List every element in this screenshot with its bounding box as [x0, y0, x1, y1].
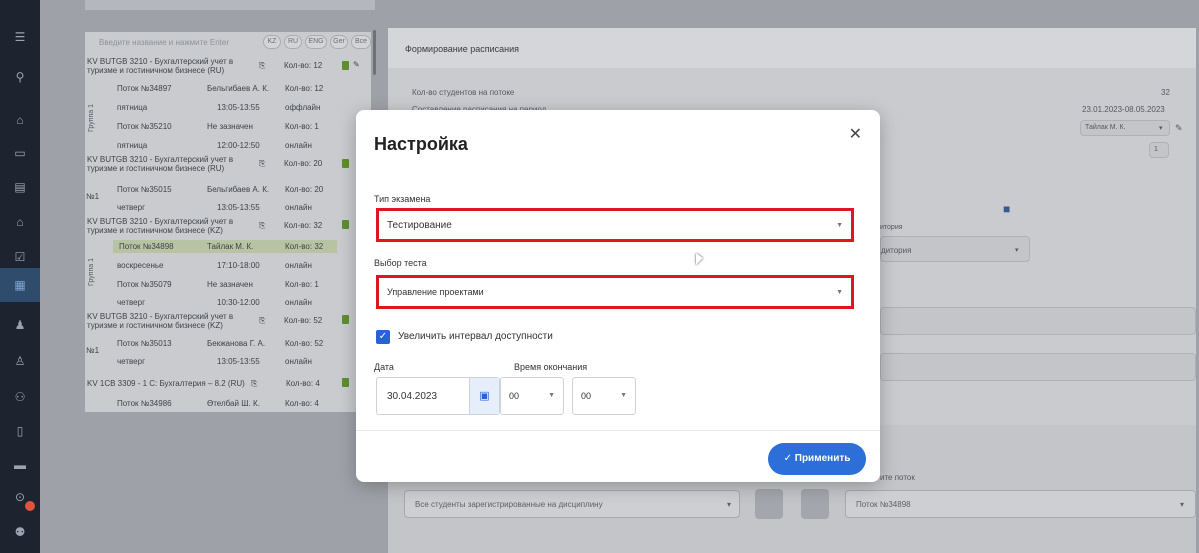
copy-icon[interactable]: ⎘	[251, 379, 257, 389]
test-select[interactable]: Управление проектами ▼	[376, 275, 854, 309]
students-value: 32	[1161, 88, 1170, 97]
page-title: Формирование расписания	[405, 44, 520, 54]
filter-ru[interactable]: RU	[284, 35, 302, 49]
chevron-down-icon: ▼	[836, 222, 843, 229]
choose-stream-label: ите поток	[880, 473, 915, 482]
menu-icon[interactable]: ☰	[12, 30, 28, 44]
modal-title: Настройка	[374, 134, 468, 154]
prev-button[interactable]	[755, 489, 783, 519]
course-search-bar: Введите название и нажмите Enter KZ RU E…	[85, 34, 371, 52]
search-icon[interactable]: ⚲	[12, 70, 28, 84]
group-label: Группа 1	[88, 257, 95, 286]
next-button[interactable]	[801, 489, 829, 519]
users-icon[interactable]: ♟	[12, 318, 28, 332]
date-input[interactable]: 30.04.2023 ▣	[376, 377, 500, 415]
copy-icon[interactable]: ⎘	[259, 159, 265, 169]
test-label: Выбор теста	[374, 258, 427, 268]
stream-select[interactable]: Поток №34898 ▾	[845, 490, 1196, 518]
document-icon[interactable]: ▯	[12, 424, 28, 438]
chevron-down-icon: ▼	[548, 392, 555, 399]
group-label: Группа 1	[88, 103, 95, 132]
students-filter-select[interactable]: Все студенты зарегистрированные на дисци…	[404, 490, 740, 518]
apply-button[interactable]: ✓ Применить	[768, 443, 866, 475]
exam-type-label: Тип экзамена	[374, 194, 431, 204]
copy-icon[interactable]: ⎘	[259, 221, 265, 231]
chevron-down-icon: ▼	[836, 289, 843, 296]
extend-availability-checkbox[interactable]: ✓	[376, 330, 390, 344]
save-icon[interactable]: ■	[1003, 202, 1010, 216]
filter-eng[interactable]: ENG	[305, 35, 327, 49]
folder-icon[interactable]: ▤	[12, 180, 28, 194]
institution-icon[interactable]: ⌂	[12, 215, 28, 229]
students-label: Кол-во студентов на потоке	[412, 88, 515, 97]
notification-dot-icon	[25, 501, 35, 511]
edit-icon[interactable]: ✎	[1175, 123, 1183, 134]
table-row[interactable]: Поток №34897 Бельгибаев А. К. Кол-во: 12	[85, 82, 371, 95]
table-row-selected[interactable]: Поток №34898 Тайлак М. К. Кол-во: 32	[113, 240, 337, 253]
chevron-down-icon: ▾	[1180, 500, 1185, 509]
copy-icon[interactable]: ⎘	[259, 61, 265, 71]
auditoria-label: итория	[880, 224, 903, 231]
edit-icon[interactable]: ✎	[353, 60, 360, 69]
card-icon[interactable]: ▬	[12, 458, 28, 472]
close-icon[interactable]: ✕	[849, 124, 862, 144]
excel-icon[interactable]	[342, 220, 349, 229]
user-icon[interactable]: ♙	[12, 354, 28, 368]
excel-icon[interactable]	[342, 315, 349, 324]
filter-kz[interactable]: KZ	[263, 35, 281, 49]
extend-availability-label: Увеличить интервал доступности	[398, 331, 553, 342]
nav-rail: ☰ ⚲ ⌂ ▭ ▤ ⌂ ☑ ▦ ♟ ♙ ⚇ ▯ ▬ ⊙ ⚉	[0, 0, 40, 553]
excel-icon[interactable]	[342, 159, 349, 168]
filter-all[interactable]: Все	[351, 35, 371, 49]
excel-icon[interactable]	[342, 61, 349, 70]
chevron-down-icon: ▼	[620, 392, 627, 399]
filter-ger[interactable]: Ger	[330, 35, 348, 49]
period-value: 23.01.2023-08.05.2023	[1082, 105, 1165, 114]
count-select[interactable]: 1	[1149, 142, 1169, 158]
group-icon[interactable]: ⚇	[12, 390, 28, 404]
copy-icon[interactable]: ⎘	[259, 316, 265, 326]
course-search-input[interactable]: Введите название и нажмите Enter	[99, 38, 229, 47]
modal-divider	[356, 430, 880, 431]
auditoria-select[interactable]: дитория ▾	[880, 236, 1030, 262]
calendar-icon[interactable]: ▦	[12, 278, 28, 292]
chevron-down-icon: ▾	[1159, 125, 1163, 132]
end-time-label: Время окончания	[514, 362, 588, 372]
list-scrollbar[interactable]	[373, 30, 376, 75]
excel-icon[interactable]	[342, 378, 349, 387]
chevron-down-icon: ▾	[727, 500, 732, 509]
hours-select[interactable]: 00 ▼	[500, 377, 564, 415]
calendar-icon[interactable]: ▣	[469, 378, 499, 414]
date-label: Дата	[374, 362, 394, 372]
home-icon[interactable]: ⌂	[12, 113, 28, 127]
chevron-down-icon: ▾	[1015, 247, 1019, 254]
teacher-select[interactable]: Тайлак М. К. ▾	[1080, 120, 1170, 136]
ghost-field[interactable]	[880, 307, 1196, 335]
mouse-cursor-icon	[696, 253, 703, 265]
checklist-icon[interactable]: ☑	[12, 250, 28, 264]
minutes-select[interactable]: 00 ▼	[572, 377, 636, 415]
left-panel-top	[85, 0, 375, 10]
exam-type-select[interactable]: Тестирование ▼	[376, 208, 854, 242]
people-icon[interactable]: ⚉	[12, 525, 28, 539]
settings-modal: Настройка ✕ Тип экзамена Тестирование ▼ …	[356, 110, 880, 482]
monitor-icon[interactable]: ▭	[12, 146, 28, 160]
ghost-field[interactable]	[880, 353, 1196, 381]
